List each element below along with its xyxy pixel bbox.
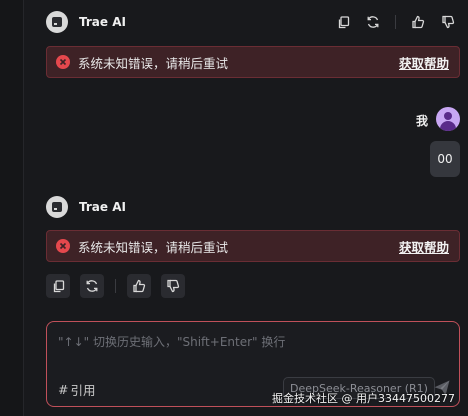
reference-label: 引用	[70, 383, 96, 398]
message-action-row	[46, 274, 185, 298]
assistant-message-header: Trae AI	[46, 196, 126, 218]
regenerate-button[interactable]	[80, 274, 104, 298]
copy-icon[interactable]	[335, 14, 351, 30]
assistant-name: Trae AI	[79, 200, 126, 214]
thumbs-up-icon[interactable]	[410, 14, 426, 30]
error-banner: 系统未知错误，请稍后重试 获取帮助	[46, 46, 460, 78]
message-actions	[335, 14, 460, 30]
error-banner: 系统未知错误，请稍后重试 获取帮助	[46, 230, 460, 262]
user-name: 我	[415, 114, 428, 128]
watermark: 掘金技术社区 @ 用户33447500277	[272, 392, 455, 405]
get-help-link[interactable]: 获取帮助	[399, 53, 449, 72]
divider	[395, 15, 396, 29]
left-rail	[0, 0, 24, 416]
trae-ai-avatar	[46, 11, 68, 33]
assistant-message-header: Trae AI	[46, 11, 460, 33]
refresh-icon	[86, 280, 98, 292]
copy-icon	[53, 279, 64, 292]
dislike-button[interactable]	[161, 274, 185, 298]
hash-icon: #	[58, 382, 69, 397]
error-circle-icon	[56, 55, 70, 69]
user-message-bubble: 00	[430, 141, 460, 177]
divider	[115, 279, 116, 293]
error-message: 系统未知错误，请稍后重试	[78, 55, 229, 71]
like-button[interactable]	[127, 274, 151, 298]
error-circle-icon	[56, 239, 70, 253]
error-message: 系统未知错误，请稍后重试	[78, 239, 229, 255]
thumbs-up-icon	[133, 279, 146, 293]
trae-ai-avatar	[46, 196, 68, 218]
chat-input-placeholder[interactable]: "↑↓" 切换历史输入，"Shift+Enter" 换行	[58, 333, 285, 350]
thumbs-down-icon[interactable]	[440, 14, 456, 30]
thumbs-down-icon	[167, 279, 180, 293]
get-help-link[interactable]: 获取帮助	[399, 237, 449, 256]
reference-button[interactable]: # 引用	[58, 380, 96, 399]
refresh-icon[interactable]	[365, 14, 381, 30]
user-avatar	[436, 107, 460, 131]
copy-button[interactable]	[46, 274, 70, 298]
assistant-name: Trae AI	[79, 15, 126, 29]
